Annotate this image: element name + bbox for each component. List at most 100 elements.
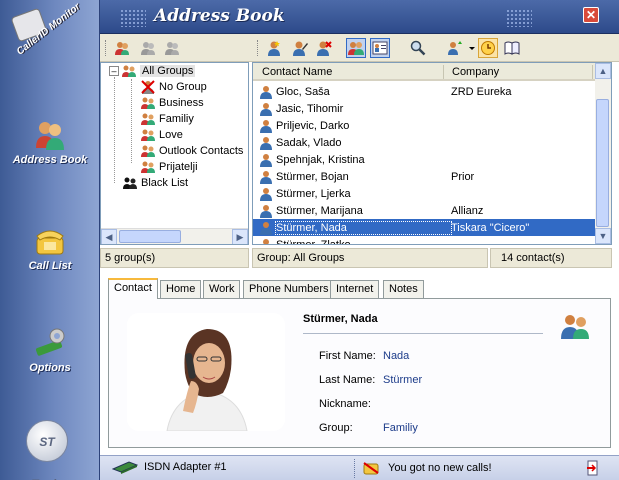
table-row[interactable]: Stürmer, Ljerka [253, 185, 596, 202]
table-row[interactable]: Sadak, Vlado [253, 134, 596, 151]
tree-item-prijatelji[interactable]: Prijatelji [141, 159, 198, 174]
group-status: Group: All Groups [252, 248, 488, 268]
edit-contact-button[interactable] [290, 38, 310, 58]
tree-item-label: All Groups [140, 64, 196, 77]
tree-item-familiy[interactable]: Familiy [141, 111, 194, 126]
no-group-icon [141, 79, 155, 94]
sidebar-item-call-list[interactable]: Call List [0, 224, 100, 272]
new-group-button[interactable] [112, 38, 132, 58]
contact-name-cell: Stürmer, Bojan [276, 170, 349, 183]
book-button[interactable] [502, 38, 522, 58]
group-value: Familiy [383, 422, 418, 434]
tree-item-label: Love [159, 128, 183, 141]
book-icon [504, 41, 520, 55]
tree-item-all-groups[interactable]: – All Groups [109, 63, 196, 78]
tree-horizontal-scrollbar[interactable]: ◀ ▶ [101, 228, 248, 244]
close-button[interactable]: ✕ [583, 7, 599, 23]
column-divider[interactable] [443, 65, 444, 79]
delete-group-button[interactable] [162, 38, 182, 58]
toolbar [100, 34, 619, 62]
contact-name-cell: Priljevic, Darko [276, 119, 350, 132]
contact-person-icon [260, 136, 272, 150]
delete-contact-icon [317, 41, 332, 56]
table-row[interactable]: Stürmer, Marijana Allianz [253, 202, 596, 219]
title-decoration [120, 9, 146, 27]
status-bar: ISDN Adapter #1 You got no new calls! [100, 455, 619, 480]
tab-internet[interactable]: Internet [330, 280, 380, 298]
company-cell: Tiskara "Cicero" [451, 221, 530, 234]
app-logo: CallerID Monitor [4, 1, 96, 84]
tab-home[interactable]: Home [160, 280, 202, 298]
tree-item-black-list[interactable]: Black List [123, 175, 188, 190]
scroll-right-button[interactable]: ▶ [232, 229, 248, 244]
column-header-contact-name[interactable]: Contact Name [262, 66, 332, 78]
nickname-label: Nickname: [319, 398, 371, 410]
tree-item-no-group[interactable]: No Group [141, 79, 207, 94]
table-row[interactable]: Stürmer, Nada Tiskara "Cicero" [253, 219, 596, 236]
group-icon [141, 97, 155, 109]
table-row[interactable]: Stürmer, Zlatko [253, 236, 596, 245]
tree-item-outlook-contacts[interactable]: Outlook Contacts [141, 143, 243, 158]
contact-photo[interactable] [127, 313, 285, 431]
tree-item-label: No Group [159, 80, 207, 93]
tree-item-label: Prijatelji [159, 160, 198, 173]
contact-name-cell: Stürmer, Marijana [276, 204, 363, 217]
table-row[interactable]: Stürmer, Bojan Prior [253, 168, 596, 185]
column-header-company[interactable]: Company [452, 66, 499, 78]
sidebar-item-address-book[interactable]: Address Book [0, 118, 100, 166]
tree-connector [114, 77, 115, 183]
table-row[interactable]: Jasic, Tihomir [253, 100, 596, 117]
group-icon [141, 145, 155, 157]
title-bar: Address Book ✕ [100, 0, 619, 34]
clock-icon [481, 41, 495, 55]
table-row[interactable]: Spehnjak, Kristina [253, 151, 596, 168]
people-icon [561, 315, 589, 339]
blacklist-icon [123, 177, 137, 189]
tab-contact[interactable]: Contact [108, 278, 158, 299]
new-contact-button[interactable] [264, 38, 284, 58]
tab-notes[interactable]: Notes [383, 280, 424, 298]
scroll-thumb[interactable] [596, 99, 609, 227]
tools-icon [35, 328, 65, 356]
group-icon [141, 161, 155, 173]
company-cell: Prior [451, 170, 475, 183]
group-view-button[interactable] [346, 38, 366, 58]
contact-name-cell: Spehnjak, Kristina [276, 153, 365, 166]
delete-contact-button[interactable] [314, 38, 334, 58]
scroll-up-button[interactable]: ▲ [595, 63, 611, 79]
list-vertical-scrollbar[interactable]: ▲ ▼ [595, 63, 611, 244]
calls-status[interactable]: You got no new calls! [362, 460, 492, 476]
people-icon [36, 122, 64, 150]
scroll-down-button[interactable]: ▼ [595, 228, 611, 244]
chevron-down-icon [469, 47, 475, 50]
list-header: Contact Name Company [253, 63, 596, 81]
column-divider[interactable] [592, 65, 593, 79]
contact-display-name: Stürmer, Nada [303, 313, 378, 325]
scroll-thumb[interactable] [119, 230, 181, 243]
company-cell: ZRD Eureka [451, 85, 512, 98]
contact-person-icon [263, 238, 269, 244]
minimize-to-tray-button[interactable] [586, 460, 600, 476]
table-row[interactable]: Gloc, Saša ZRD Eureka [253, 83, 596, 100]
clock-button[interactable] [478, 38, 498, 58]
find-button[interactable] [408, 38, 428, 58]
contact-person-icon [260, 153, 272, 167]
toolbar-separator [105, 40, 107, 56]
table-row[interactable]: Priljevic, Darko [253, 117, 596, 134]
contact-list: Contact Name Company Gloc, Saša ZRD Eurek… [252, 62, 612, 245]
contact-name-cell: Stürmer, Zlatko [276, 238, 351, 245]
toolbar-separator [257, 40, 259, 56]
tree-item-label: Black List [141, 176, 189, 189]
tab-work[interactable]: Work [203, 280, 241, 298]
scroll-left-button[interactable]: ◀ [101, 229, 117, 244]
tree-item-business[interactable]: Business [141, 95, 204, 110]
tree-item-label: Familiy [159, 112, 194, 125]
adapter-status[interactable]: ISDN Adapter #1 [112, 460, 227, 474]
edit-group-button[interactable] [138, 38, 158, 58]
card-view-button[interactable] [370, 38, 390, 58]
tree-item-love[interactable]: Love [141, 127, 183, 142]
tab-phone-numbers[interactable]: Phone Numbers [243, 280, 335, 298]
sidebar-item-options[interactable]: Options [0, 326, 100, 374]
contact-detail-panel: Stürmer, Nada First Name: Nada Last Name… [108, 298, 611, 448]
status-divider [354, 459, 356, 478]
